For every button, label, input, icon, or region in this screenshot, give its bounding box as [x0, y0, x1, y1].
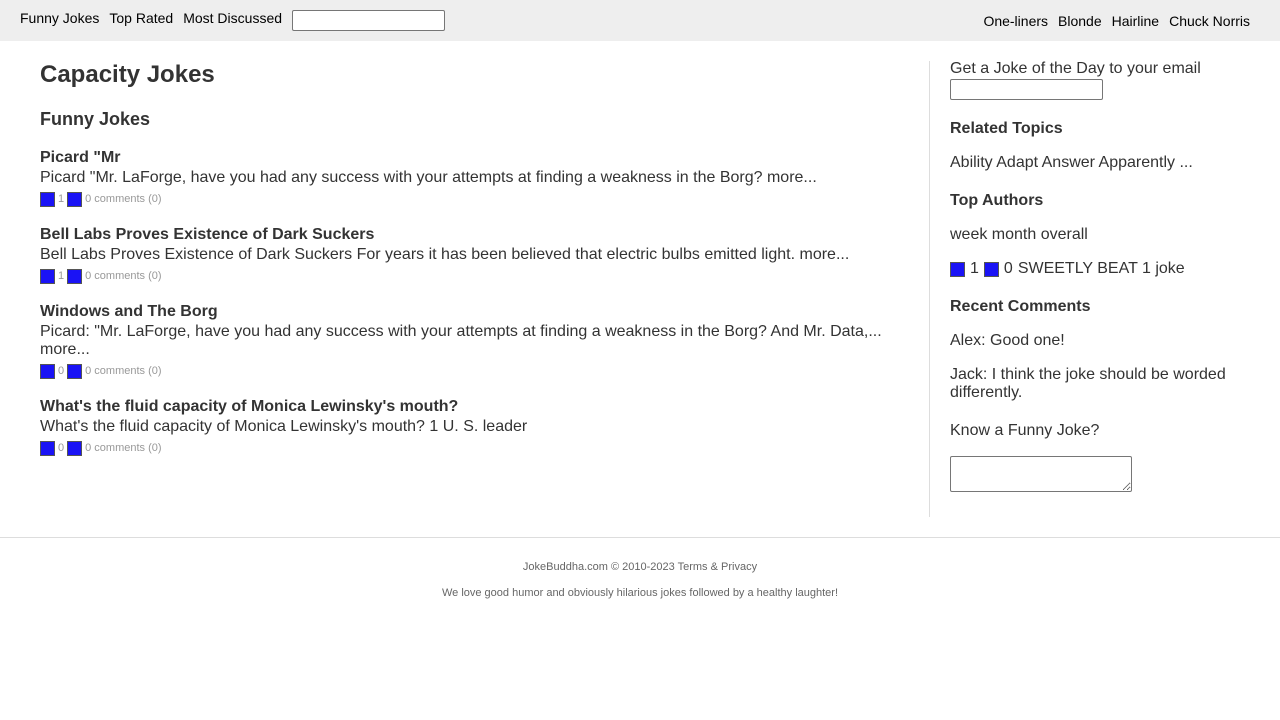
thumbs-up-icon[interactable] — [40, 269, 55, 284]
thumbs-up-icon[interactable] — [950, 261, 965, 277]
search-input[interactable] — [292, 10, 446, 31]
joke-text: Picard "Mr. LaForge, have you had any su… — [40, 169, 910, 187]
recent-comments-heading: Recent Comments — [950, 298, 1091, 315]
section-title: Funny Jokes — [40, 109, 151, 129]
thumbs-down-icon[interactable] — [67, 269, 83, 284]
more-link[interactable]: more... — [40, 341, 90, 358]
thumbs-up-icon[interactable] — [40, 441, 55, 456]
footer-tagline: We love good humor and obviously hilario… — [441, 587, 839, 599]
thumbs-down-icon[interactable] — [67, 364, 83, 379]
email-field[interactable] — [950, 79, 1103, 100]
thumbs-down-icon[interactable] — [67, 192, 83, 207]
joke-text: Bell Labs Proves Existence of Dark Sucke… — [40, 246, 910, 264]
joke-item: Windows and The Borg Picard: "Mr. LaForg… — [40, 303, 910, 379]
nav-right: One-liners Blonde Hairline Chuck Norris — [973, 13, 1250, 29]
nav-link-top-rated[interactable]: Top Rated — [109, 10, 173, 26]
joke-title[interactable]: Bell Labs Proves Existence of Dark Sucke… — [40, 226, 910, 244]
author-entry: 1 0 SWEETLY BEAT 1 joke — [950, 260, 1250, 278]
vote-count: 1 — [58, 270, 65, 282]
recent-comment[interactable]: Jack: I think the joke should be worded … — [950, 366, 1250, 402]
joke-item: Picard "Mr Picard "Mr. LaForge, have you… — [40, 149, 910, 207]
terms-link[interactable]: Terms & Privacy — [678, 561, 757, 573]
joke-text: What's the fluid capacity of Monica Lewi… — [40, 418, 910, 436]
joke-title[interactable]: What's the fluid capacity of Monica Lewi… — [40, 398, 910, 416]
related-topics-heading: Related Topics — [950, 120, 1063, 137]
comments-link[interactable]: 0 comments (0) — [85, 192, 161, 207]
sidebar: Get a Joke of the Day to your email Rela… — [950, 60, 1250, 492]
comments-link[interactable]: 0 comments (0) — [85, 441, 161, 456]
copyright-text: JokeBuddha.com © 2010-2023 — [522, 561, 675, 573]
joke-title[interactable]: Picard "Mr — [40, 149, 910, 167]
author-name[interactable]: SWEETLY BEAT 1 joke — [1018, 260, 1185, 278]
thumbs-up-icon[interactable] — [40, 192, 55, 207]
main-content: Capacity Jokes Funny Jokes Picard "Mr Pi… — [40, 60, 910, 456]
nav-link-blonde[interactable]: Blonde — [1058, 13, 1102, 29]
more-link[interactable]: more... — [799, 246, 849, 263]
nav-link-hairline[interactable]: Hairline — [1112, 13, 1159, 29]
thumbs-down-icon[interactable] — [67, 441, 83, 456]
joke-title[interactable]: Windows and The Borg — [40, 303, 910, 321]
joke-text-body: Picard "Mr. LaForge, have you had any su… — [40, 169, 763, 186]
thumbs-down-icon[interactable] — [983, 261, 999, 277]
submit-joke-label: Know a Funny Joke? — [950, 422, 1100, 439]
nav-link-chuck-norris[interactable]: Chuck Norris — [1169, 13, 1250, 29]
joke-meta: 0 0 comments (0) — [40, 364, 910, 379]
joke-meta: 0 0 comments (0) — [40, 441, 910, 456]
nav-link-funny-jokes[interactable]: Funny Jokes — [20, 10, 99, 26]
nav-link-one-liners[interactable]: One-liners — [983, 13, 1048, 29]
joke-item: Bell Labs Proves Existence of Dark Sucke… — [40, 226, 910, 284]
author-period-tabs[interactable]: week month overall — [950, 226, 1250, 244]
author-up-count: 1 — [970, 260, 979, 277]
nav-link-most-discussed[interactable]: Most Discussed — [183, 10, 282, 26]
subscribe-label: Get a Joke of the Day to your email — [950, 60, 1201, 77]
footer-divider — [0, 537, 1280, 538]
vote-count: 0 — [58, 365, 65, 377]
footer: JokeBuddha.com © 2010-2023 Terms & Priva… — [0, 560, 1280, 600]
joke-meta: 1 0 comments (0) — [40, 192, 910, 207]
comments-link[interactable]: 0 comments (0) — [85, 269, 161, 284]
vote-count: 1 — [58, 193, 65, 205]
column-divider — [929, 61, 930, 517]
top-nav-bar: Funny Jokes Top Rated Most Discussed One… — [0, 0, 1280, 41]
joke-submit-textarea[interactable] — [950, 456, 1132, 492]
vote-count: 0 — [58, 442, 65, 454]
comments-link[interactable]: 0 comments (0) — [85, 364, 161, 379]
nav-left: Funny Jokes Top Rated Most Discussed — [20, 10, 446, 31]
more-link[interactable]: more... — [767, 169, 817, 186]
top-authors-heading: Top Authors — [950, 192, 1044, 209]
joke-text-body: Picard: "Mr. LaForge, have you had any s… — [40, 323, 882, 340]
page-title: Capacity Jokes — [40, 61, 215, 88]
joke-text: Picard: "Mr. LaForge, have you had any s… — [40, 323, 910, 359]
author-down-count: 0 — [1003, 260, 1013, 277]
joke-text-body: Bell Labs Proves Existence of Dark Sucke… — [40, 246, 796, 263]
joke-meta: 1 0 comments (0) — [40, 269, 910, 284]
related-topics-list[interactable]: Ability Adapt Answer Apparently ... — [950, 154, 1250, 172]
footer-copyright-line: JokeBuddha.com © 2010-2023 Terms & Priva… — [0, 560, 1280, 574]
joke-item: What's the fluid capacity of Monica Lewi… — [40, 398, 910, 456]
joke-text-body: What's the fluid capacity of Monica Lewi… — [40, 418, 528, 435]
subscribe-block: Get a Joke of the Day to your email — [950, 60, 1250, 100]
recent-comment[interactable]: Alex: Good one! — [950, 332, 1250, 350]
thumbs-up-icon[interactable] — [40, 364, 55, 379]
